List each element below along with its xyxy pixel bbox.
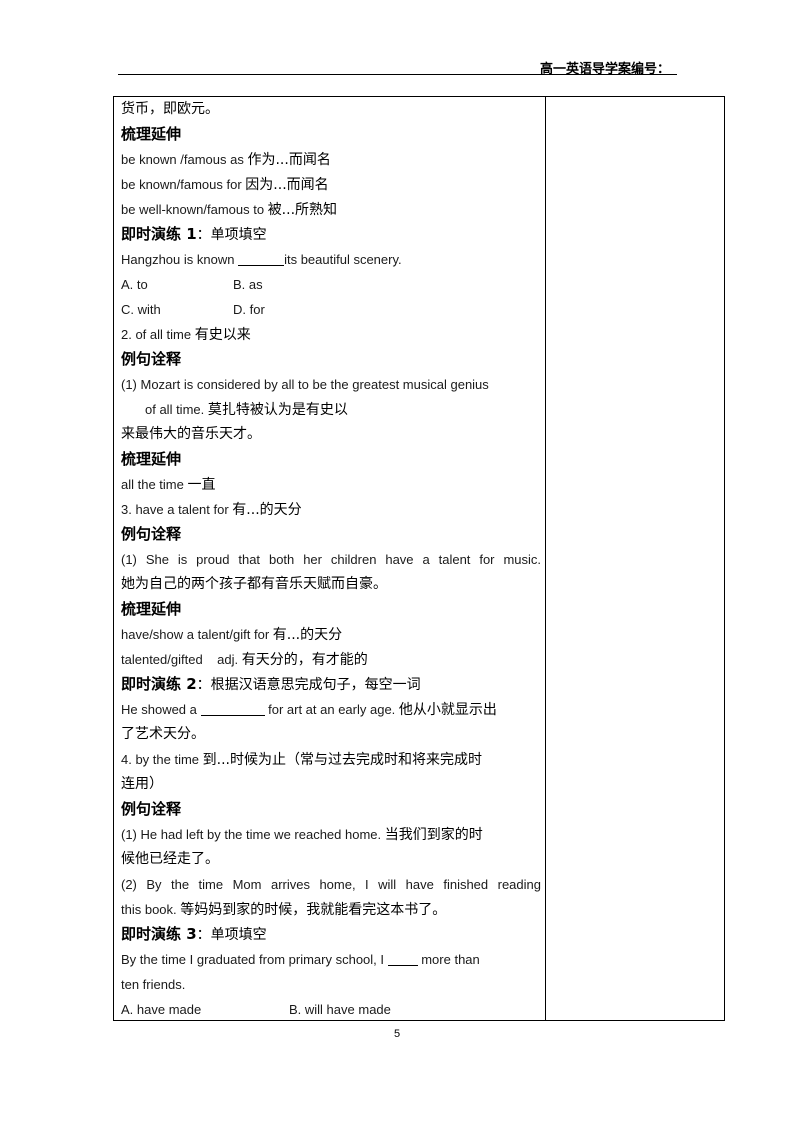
options-line: C. with D. for <box>121 297 541 322</box>
phrase-cn: 到...时候为止（常与过去完成时和将来完成时 <box>202 752 483 768</box>
phrase-en: be known/famous for <box>121 177 246 192</box>
phrase-en: 4. by the time <box>121 752 203 767</box>
options-line: A. have made B. will have made <box>121 997 541 1022</box>
exercise-heading: 即时演练 3：单项填空 <box>121 922 541 947</box>
question-text: Hangzhou is known <box>121 252 239 267</box>
phrase-cn: 有...的天分 <box>232 502 302 518</box>
phrase-line: talented/gifted adj. 有天分的，有才能的 <box>121 647 541 672</box>
column-divider <box>545 97 546 1020</box>
option-b: B. as <box>233 277 263 292</box>
phrase-en: be well-known/famous to <box>121 202 268 217</box>
phrase-en: 2. of all time <box>121 327 195 342</box>
section-heading: 梳理延伸 <box>121 600 182 618</box>
answer-blank[interactable] <box>200 701 265 716</box>
phrase-line: be known/famous for 因为...而闻名 <box>121 172 541 197</box>
exercise-label: 即时演练 3 <box>121 925 197 943</box>
example-line: 她为自己的两个孩子都有音乐天赋而自豪。 <box>121 576 387 592</box>
example-line: of all time. 莫扎特被认为是有史以 <box>121 397 541 422</box>
phrase-en: 3. have a talent for <box>121 502 233 517</box>
phrase-line: 连用） <box>121 776 163 792</box>
question-text: He showed a <box>121 702 201 717</box>
example-en: (1) He had left by the time we reached h… <box>121 827 385 842</box>
phrase-cn: 一直 <box>187 477 216 493</box>
example-line: (1) She is proud that both her children … <box>121 552 541 567</box>
section-heading: 梳理延伸 <box>121 125 182 143</box>
example-cn: 当我们到家的时 <box>384 827 483 843</box>
exercise-heading: 即时演练 2：根据汉语意思完成句子，每空一词 <box>121 672 541 697</box>
option-a: A. to <box>121 277 148 292</box>
section-heading: 例句诠释 <box>121 800 182 818</box>
example-line: (2) By the time Mom arrives home, I will… <box>121 877 541 892</box>
question-text: By the time I graduated from primary sch… <box>121 952 388 967</box>
question-line: 了艺术天分。 <box>121 726 205 742</box>
example-cn: 莫扎特被认为是有史以 <box>207 402 348 418</box>
example-cn: 等妈妈到家的时候，我就能看完这本书了。 <box>180 902 447 918</box>
exercise-instruction: ：单项填空 <box>196 227 267 243</box>
exercise-label: 即时演练 2 <box>121 675 197 693</box>
phrase-line: 3. have a talent for 有...的天分 <box>121 497 541 522</box>
text-line: 货币，即欧元。 <box>121 101 219 117</box>
section-heading: 梳理延伸 <box>121 450 182 468</box>
exercise-instruction: ：单项填空 <box>196 927 267 943</box>
question-text: more than <box>417 952 480 967</box>
question-text: its beautiful scenery. <box>284 252 402 267</box>
phrase-line: be known /famous as 作为...而闻名 <box>121 147 541 172</box>
example-line: (1) He had left by the time we reached h… <box>121 822 541 847</box>
phrase-en: all the time <box>121 477 188 492</box>
page-number: 5 <box>393 1028 401 1040</box>
phrase-cn: 被...所熟知 <box>267 202 338 218</box>
phrase-cn: 作为...而闻名 <box>247 152 331 168</box>
option-b: B. will have made <box>289 1002 391 1017</box>
option-a: A. have made <box>121 1002 202 1017</box>
phrase-cn: 有史以来 <box>194 327 251 343</box>
question-line: He showed a for art at an early age. 他从小… <box>121 697 541 722</box>
phrase-line: be well-known/famous to 被...所熟知 <box>121 197 541 222</box>
example-line: this book. 等妈妈到家的时候，我就能看完这本书了。 <box>121 897 541 922</box>
question-line: ten friends. <box>121 977 186 992</box>
phrase-line: all the time 一直 <box>121 472 541 497</box>
question-line: By the time I graduated from primary sch… <box>121 947 541 972</box>
example-en: this book. <box>121 902 181 917</box>
options-line: A. to B. as <box>121 272 541 297</box>
exercise-instruction: ：根据汉语意思完成句子，每空一词 <box>196 677 421 693</box>
phrase-line: have/show a talent/gift for 有...的天分 <box>121 622 541 647</box>
exercise-label: 即时演练 1 <box>121 225 197 243</box>
phrase-en: talented/gifted adj. <box>121 652 242 667</box>
example-line: (1) Mozart is considered by all to be th… <box>121 377 489 392</box>
question-text: for art at an early age. <box>264 702 399 717</box>
phrase-cn: 因为...而闻名 <box>245 177 329 193</box>
exercise-heading: 即时演练 1：单项填空 <box>121 222 541 247</box>
phrase-line: 4. by the time 到...时候为止（常与过去完成时和将来完成时 <box>121 747 541 772</box>
phrase-cn: 有天分的，有才能的 <box>241 652 368 668</box>
example-line: 来最伟大的音乐天才。 <box>121 426 261 442</box>
section-heading: 例句诠释 <box>121 350 182 368</box>
phrase-cn: 有...的天分 <box>272 627 343 643</box>
phrase-en: have/show a talent/gift for <box>121 627 273 642</box>
question-cn: 他从小就显示出 <box>398 702 497 718</box>
option-c: C. with <box>121 302 161 317</box>
content-table: 货币，即欧元。 梳理延伸 be known /famous as 作为...而闻… <box>113 96 725 1021</box>
option-d: D. for <box>233 302 265 317</box>
example-en: of all time. <box>145 402 208 417</box>
phrase-line: 2. of all time 有史以来 <box>121 322 541 347</box>
section-heading: 例句诠释 <box>121 525 182 543</box>
answer-blank[interactable] <box>238 251 285 266</box>
left-column: 货币，即欧元。 梳理延伸 be known /famous as 作为...而闻… <box>121 97 541 1022</box>
header-rule <box>118 74 677 75</box>
question-line: Hangzhou is known its beautiful scenery. <box>121 247 541 272</box>
example-line: 候他已经走了。 <box>121 851 219 867</box>
phrase-en: be known /famous as <box>121 152 248 167</box>
answer-blank[interactable] <box>387 951 418 966</box>
